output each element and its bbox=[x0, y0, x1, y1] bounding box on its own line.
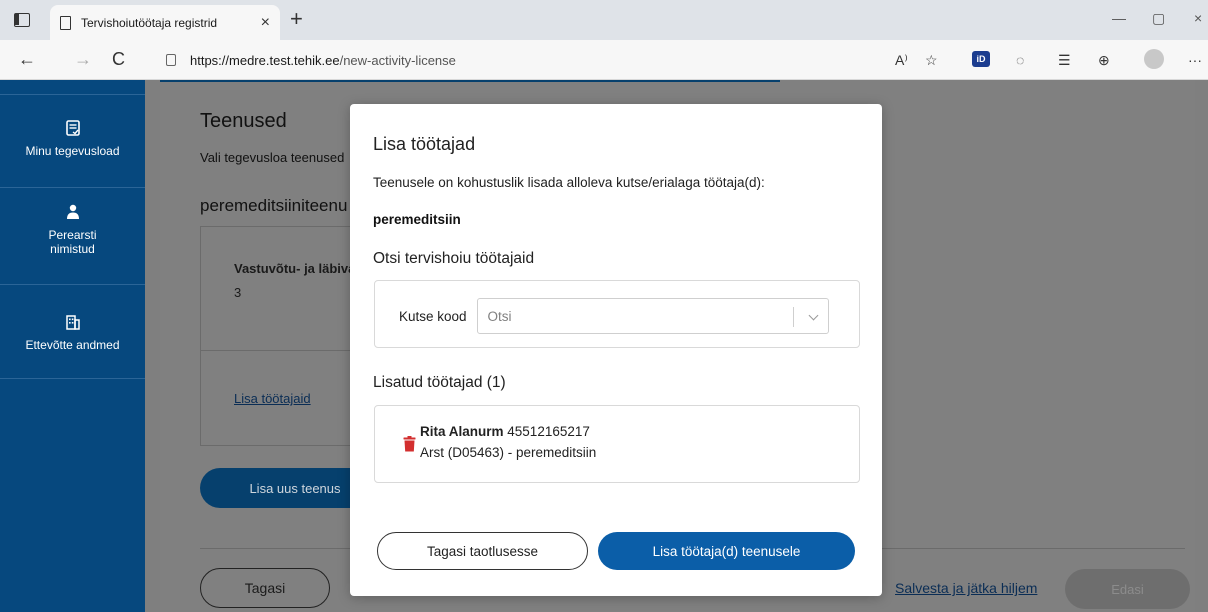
url-host: https://medre.test.tehik.ee bbox=[190, 52, 340, 68]
next-button[interactable]: Edasi bbox=[1065, 569, 1190, 609]
employee-item: Rita Alanurm 45512165217 Arst (D05463) -… bbox=[403, 424, 596, 460]
read-aloud-icon[interactable]: A⁾ bbox=[895, 52, 908, 69]
top-progress-bar bbox=[160, 80, 780, 82]
profile-avatar[interactable] bbox=[1144, 49, 1164, 69]
search-row: Kutse kood bbox=[399, 298, 829, 334]
sidebar-item-family-doctor-lists[interactable]: Perearsti nimistud bbox=[0, 204, 145, 256]
sidebar-divider bbox=[0, 94, 145, 95]
tab-title: Tervishoiutöötaja registrid bbox=[81, 15, 218, 30]
minimize-icon[interactable]: — bbox=[1112, 10, 1126, 26]
card-label: Vastuvõtu- ja läbiva bbox=[234, 261, 356, 276]
forward-icon[interactable]: → bbox=[74, 49, 92, 70]
restore-icon[interactable]: ▢ bbox=[1152, 10, 1165, 27]
window-close-icon[interactable]: × bbox=[1194, 10, 1202, 26]
employee-details: Rita Alanurm 45512165217 Arst (D05463) -… bbox=[420, 424, 596, 460]
trash-icon[interactable] bbox=[403, 436, 416, 452]
add-workers-modal: Lisa töötajad Teenusele on kohustuslik l… bbox=[350, 104, 882, 596]
collections-icon[interactable]: ⊕ bbox=[1098, 52, 1110, 69]
sidebar-item-activity-licenses[interactable]: Minu tegevusload bbox=[0, 120, 145, 158]
lock-icon bbox=[166, 54, 176, 66]
add-workers-link[interactable]: Lisa töötajaid bbox=[234, 391, 311, 406]
employee-id-code: 45512165217 bbox=[507, 424, 590, 439]
menu-icon[interactable]: ··· bbox=[1188, 52, 1202, 68]
extensions-icon[interactable]: ◌ bbox=[1016, 52, 1024, 68]
back-button[interactable]: Tagasi bbox=[200, 568, 330, 608]
card-value: 3 bbox=[234, 285, 242, 300]
added-workers-box: Rita Alanurm 45512165217 Arst (D05463) -… bbox=[374, 405, 860, 483]
sidebar-divider bbox=[0, 187, 145, 188]
search-heading: Otsi tervishoiu töötajaid bbox=[373, 250, 535, 267]
url-field[interactable]: https://medre.test.tehik.ee/new-activity… bbox=[150, 45, 1160, 75]
tab-actions-icon[interactable] bbox=[14, 13, 30, 27]
page-icon bbox=[60, 15, 71, 30]
address-bar: ← → C https://medre.test.tehik.ee/new-ac… bbox=[0, 40, 1208, 80]
browser-tab-bar: Tervishoiutöötaja registrid × + — ▢ × bbox=[0, 0, 1208, 40]
added-heading: Lisatud töötajad (1) bbox=[373, 374, 506, 391]
search-box: Kutse kood bbox=[374, 280, 860, 348]
browser-tab[interactable]: Tervishoiutöötaja registrid × bbox=[50, 5, 280, 40]
code-search-input[interactable] bbox=[477, 308, 778, 324]
back-to-application-button[interactable]: Tagasi taotlusesse bbox=[377, 532, 588, 570]
url-path: /new-activity-license bbox=[339, 52, 456, 68]
code-select[interactable] bbox=[476, 298, 829, 334]
employee-name-row: Rita Alanurm 45512165217 bbox=[420, 424, 596, 439]
page-title: Teenused bbox=[200, 110, 287, 132]
favorite-icon[interactable]: ☆ bbox=[925, 52, 938, 69]
reload-icon[interactable]: C bbox=[112, 49, 125, 70]
sidebar-item-label: Minu tegevusload bbox=[25, 144, 120, 158]
select-separator bbox=[792, 307, 794, 327]
sidebar-item-label: Ettevõtte andmed bbox=[25, 338, 120, 352]
code-label: Kutse kood bbox=[399, 308, 467, 324]
new-tab-icon[interactable]: + bbox=[290, 6, 303, 32]
sidebar-item-label: Perearsti nimistud bbox=[48, 228, 97, 256]
modal-title: Lisa töötajad bbox=[373, 134, 476, 154]
employee-role: Arst (D05463) - peremeditsiin bbox=[420, 445, 597, 460]
sidebar-divider bbox=[0, 378, 145, 379]
chevron-down-icon[interactable] bbox=[808, 310, 818, 321]
section-title: peremeditsiiniteenu bbox=[200, 196, 348, 215]
add-workers-to-service-button[interactable]: Lisa töötaja(d) teenusele bbox=[598, 532, 855, 570]
sidebar-divider bbox=[0, 284, 145, 285]
save-continue-link[interactable]: Salvesta ja jätka hiljem bbox=[895, 580, 1037, 596]
back-icon[interactable]: ← bbox=[18, 49, 36, 70]
building-icon bbox=[65, 315, 80, 330]
tab-close-icon[interactable]: × bbox=[261, 14, 270, 32]
favorites-list-icon[interactable]: ☰ bbox=[1058, 52, 1071, 69]
id-extension-icon[interactable]: iD bbox=[972, 51, 990, 67]
document-check-icon bbox=[65, 120, 80, 136]
required-specialty: peremeditsiin bbox=[373, 212, 461, 227]
page-subtitle: Vali tegevusloa teenused bbox=[200, 150, 345, 165]
employee-name: Rita Alanurm bbox=[420, 424, 504, 439]
sidebar-item-company-data[interactable]: Ettevõtte andmed bbox=[0, 314, 145, 352]
sidebar: Minu tegevusload Perearsti nimistud Ette… bbox=[0, 80, 145, 612]
modal-info-text: Teenusele on kohustuslik lisada alloleva… bbox=[373, 175, 765, 190]
doctor-icon bbox=[66, 204, 79, 219]
